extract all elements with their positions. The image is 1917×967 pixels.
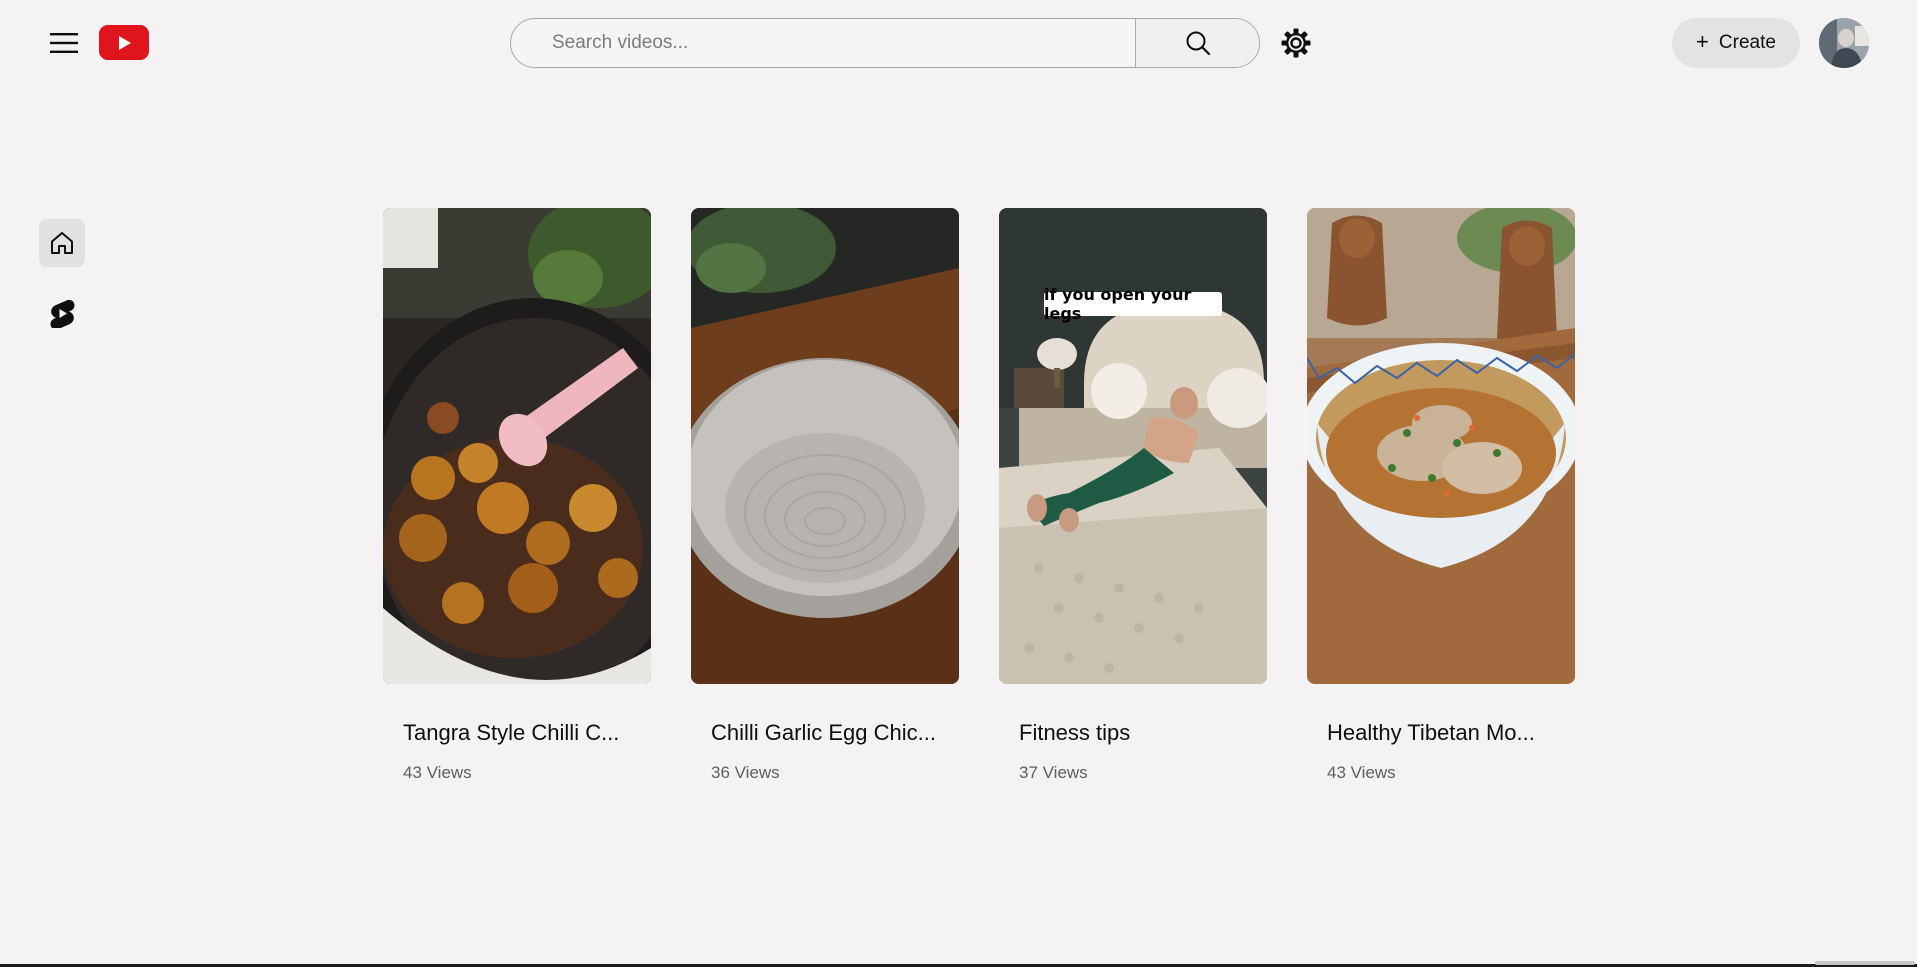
video-thumbnail[interactable]	[1307, 208, 1575, 684]
video-title[interactable]: Fitness tips	[1019, 720, 1259, 746]
sidebar-item-home[interactable]	[39, 219, 85, 267]
plus-icon: +	[1696, 29, 1709, 54]
shorts-icon	[50, 299, 75, 328]
sidebar-item-shorts[interactable]	[39, 290, 85, 336]
video-card[interactable]: Healthy Tibetan Mo... 43 Views	[1307, 208, 1575, 782]
video-views: 43 Views	[1327, 763, 1396, 782]
gear-icon	[1281, 28, 1311, 58]
video-card[interactable]: if you open your legs Fitness tips 37 Vi…	[999, 208, 1267, 782]
video-title[interactable]: Tangra Style Chilli C...	[403, 720, 643, 746]
search-icon	[1186, 31, 1210, 56]
video-thumbnail[interactable]	[691, 208, 959, 684]
user-avatar[interactable]	[1819, 18, 1869, 68]
horizontal-scrollbar[interactable]	[1815, 961, 1915, 965]
video-card[interactable]: Chilli Garlic Egg Chic... 36 Views	[691, 208, 959, 782]
create-label: Create	[1718, 32, 1776, 53]
settings-button[interactable]	[1278, 25, 1314, 61]
video-views: 36 Views	[711, 763, 780, 782]
create-button[interactable]: + Create	[1672, 18, 1800, 68]
top-bar: + Create	[0, 0, 1917, 188]
search-input[interactable]	[511, 19, 1135, 67]
video-views: 37 Views	[1019, 763, 1088, 782]
search-bar	[510, 18, 1260, 68]
home-icon	[51, 232, 73, 254]
hamburger-menu-icon[interactable]	[44, 23, 84, 63]
youtube-logo-icon[interactable]	[99, 25, 149, 60]
video-title[interactable]: Chilli Garlic Egg Chic...	[711, 720, 951, 746]
video-overlay-caption: if you open your legs	[1044, 285, 1192, 323]
video-thumbnail[interactable]	[383, 208, 651, 684]
search-button[interactable]	[1135, 19, 1259, 67]
video-title[interactable]: Healthy Tibetan Mo...	[1327, 720, 1567, 746]
video-card[interactable]: Tangra Style Chilli C... 43 Views	[383, 208, 651, 782]
video-views: 43 Views	[403, 763, 472, 782]
video-thumbnail[interactable]: if you open your legs	[999, 208, 1267, 684]
